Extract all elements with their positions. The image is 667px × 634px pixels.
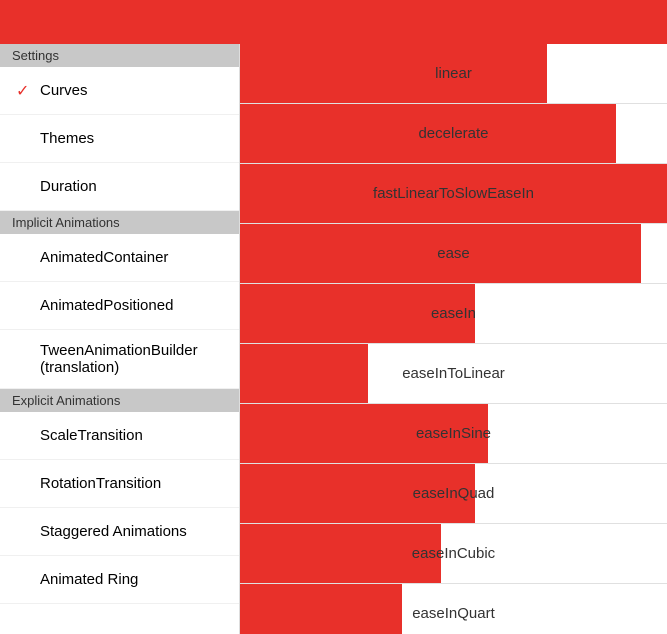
sidebar-section-header: Explicit Animations (0, 389, 239, 412)
sidebar-item-duration[interactable]: Duration (0, 163, 239, 211)
curve-label-decelerate: decelerate (240, 125, 667, 142)
sidebar-item-scale-transition[interactable]: ScaleTransition (0, 412, 239, 460)
sidebar-item-label: AnimatedContainer (40, 249, 223, 266)
sidebar-item-animated-ring[interactable]: Animated Ring (0, 556, 239, 604)
curve-row-easeInQuart[interactable]: easeInQuart (240, 584, 667, 634)
sidebar: Settings✓CurvesThemesDurationImplicit An… (0, 44, 240, 634)
curve-label-easeInSine: easeInSine (240, 425, 667, 442)
curve-row-linear[interactable]: linear (240, 44, 667, 104)
sidebar-item-themes[interactable]: Themes (0, 115, 239, 163)
curve-label-ease: ease (240, 245, 667, 262)
sidebar-section-header: Settings (0, 44, 239, 67)
sidebar-item-label: AnimatedPositioned (40, 297, 223, 314)
sidebar-item-animated-positioned[interactable]: AnimatedPositioned (0, 282, 239, 330)
curve-label-easeInQuart: easeInQuart (240, 605, 667, 622)
curve-row-easeIn[interactable]: easeIn (240, 284, 667, 344)
curve-row-ease[interactable]: ease (240, 224, 667, 284)
curve-label-easeInCubic: easeInCubic (240, 545, 667, 562)
sidebar-item-rotation-transition[interactable]: RotationTransition (0, 460, 239, 508)
sidebar-section-header: Implicit Animations (0, 211, 239, 234)
main-content: Settings✓CurvesThemesDurationImplicit An… (0, 44, 667, 634)
curve-row-fastLinearToSlowEaseIn[interactable]: fastLinearToSlowEaseIn (240, 164, 667, 224)
sidebar-item-label: Staggered Animations (40, 523, 223, 540)
sidebar-item-label: Curves (40, 82, 223, 99)
sidebar-item-curves[interactable]: ✓Curves (0, 67, 239, 115)
checkmark-icon: ✓ (16, 81, 40, 101)
curve-label-easeInQuad: easeInQuad (240, 485, 667, 502)
sidebar-item-label: Animated Ring (40, 571, 223, 588)
curve-row-easeInSine[interactable]: easeInSine (240, 404, 667, 464)
sidebar-item-animated-container[interactable]: AnimatedContainer (0, 234, 239, 282)
sidebar-item-label: Themes (40, 130, 223, 147)
sidebar-item-staggered-animations[interactable]: Staggered Animations (0, 508, 239, 556)
curve-label-linear: linear (240, 65, 667, 82)
curve-label-easeIn: easeIn (240, 305, 667, 322)
curve-label-easeInToLinear: easeInToLinear (240, 365, 667, 382)
sidebar-item-label: TweenAnimationBuilder (translation) (40, 342, 223, 376)
curve-row-decelerate[interactable]: decelerate (240, 104, 667, 164)
sidebar-item-label: Duration (40, 178, 223, 195)
curves-panel: linear decelerate fastLinearToSlowEaseIn ea… (240, 44, 667, 634)
curves-header (240, 0, 667, 44)
curve-row-easeInToLinear[interactable]: easeInToLinear (240, 344, 667, 404)
curve-row-easeInCubic[interactable]: easeInCubic (240, 524, 667, 584)
curve-row-easeInQuad[interactable]: easeInQuad (240, 464, 667, 524)
sidebar-item-label: ScaleTransition (40, 427, 223, 444)
curve-label-fastLinearToSlowEaseIn: fastLinearToSlowEaseIn (240, 185, 667, 202)
sidebar-item-tween-animation-builder[interactable]: TweenAnimationBuilder (translation) (0, 330, 239, 389)
sidebar-item-label: RotationTransition (40, 475, 223, 492)
top-bar (0, 0, 667, 44)
gallery-header (0, 0, 240, 44)
